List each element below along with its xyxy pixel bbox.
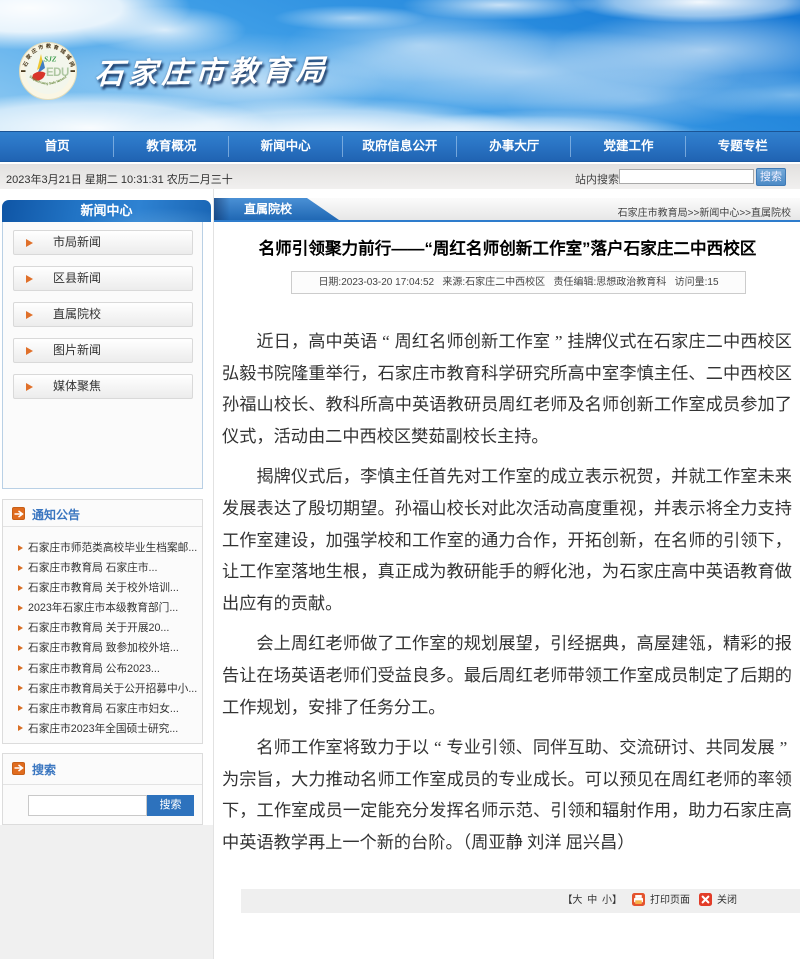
svg-text:EDU: EDU: [46, 67, 69, 79]
svg-text:SJZ: SJZ: [44, 55, 57, 64]
svg-text:教: 教: [45, 42, 52, 50]
